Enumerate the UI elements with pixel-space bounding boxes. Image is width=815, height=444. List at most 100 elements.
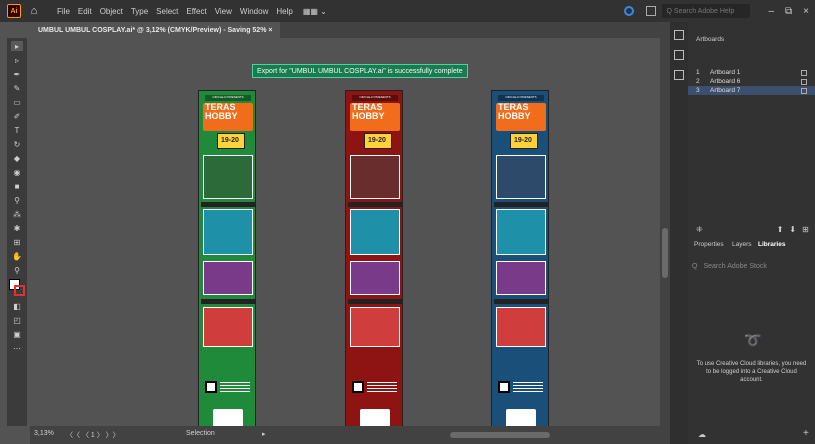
artboard-row[interactable]: 1 Artboard 1 (688, 68, 815, 77)
artboard-tool-icon[interactable]: ⊞ (11, 237, 23, 247)
vertical-scroll-thumb[interactable] (662, 228, 668, 278)
draw-mode-icon[interactable]: ◰ (11, 315, 23, 325)
menu-help[interactable]: Help (272, 7, 296, 16)
artboard-options-icon[interactable] (801, 69, 807, 76)
help-search-placeholder: Search Adobe Help (673, 7, 735, 15)
photo-band (496, 209, 546, 255)
qr-code (498, 381, 510, 393)
arrange-documents-icon[interactable] (646, 6, 657, 16)
cloud-icon[interactable]: ☁ (698, 430, 706, 439)
rearrange-icon[interactable]: ⁜ (696, 225, 703, 234)
artboard-name[interactable]: Artboard 1 (710, 69, 801, 76)
page-navigation[interactable]: 〈〈 〈 1 〉 〉〉 (66, 430, 120, 440)
export-notification: Export for "UMBUL UMBUL COSPLAY.ai" is s… (252, 64, 468, 78)
sync-icon[interactable] (624, 6, 635, 16)
color-mode-icon[interactable]: ◧ (11, 301, 23, 311)
menu-edit[interactable]: Edit (74, 7, 96, 16)
properties-icon[interactable] (674, 30, 684, 40)
move-down-icon[interactable]: ⬇ (789, 225, 796, 234)
new-artboard-icon[interactable]: ⊞ (802, 225, 809, 234)
help-search[interactable]: Q Search Adobe Help (662, 4, 751, 18)
type-tool-icon[interactable]: T (11, 125, 23, 135)
menu-view[interactable]: View (211, 7, 236, 16)
artboard-green[interactable]: CIRCLE-D PRESENTS TERAS HOBBY 19-20 (198, 90, 256, 427)
search-icon: Q (666, 7, 672, 15)
artboard-row[interactable]: 2 Artboard 6 (688, 77, 815, 86)
restore-icon[interactable]: ⧉ (785, 6, 792, 17)
rotate-tool-icon[interactable]: ↻ (11, 139, 23, 149)
menu-type[interactable]: Type (127, 7, 152, 16)
search-icon: Q (692, 262, 698, 270)
menu-bar: Ai ⌂ File Edit Object Type Select Effect… (0, 0, 815, 22)
photo-band (203, 307, 253, 347)
menu-window[interactable]: Window (236, 7, 272, 16)
photo-band (496, 155, 546, 199)
libraries-search-placeholder: Search Adobe Stock (703, 262, 767, 270)
screen-mode-icon[interactable]: ▣ (11, 329, 23, 339)
workspace-switcher[interactable]: ▦▦ ⌄ (303, 7, 327, 16)
paintbrush-tool-icon[interactable]: ✐ (11, 111, 23, 121)
shape-builder-tool-icon[interactable]: ◉ (11, 167, 23, 177)
artboards-panel-title[interactable]: Artboards (696, 32, 724, 46)
qr-code (205, 381, 217, 393)
artboard-options-icon[interactable] (801, 87, 807, 94)
tab-properties[interactable]: Properties (694, 237, 724, 251)
current-tool-label: Selection (186, 430, 215, 437)
info-text (220, 382, 250, 394)
tab-layers[interactable]: Layers (732, 237, 752, 251)
curvature-tool-icon[interactable]: ✎ (11, 83, 23, 93)
date-text: 19-20 (368, 137, 386, 144)
minimize-icon[interactable]: – (768, 6, 774, 17)
eyedropper-tool-icon[interactable]: ⚲ (11, 195, 23, 205)
stroke-swatch[interactable] (14, 285, 25, 296)
artboard-name[interactable]: Artboard 7 (710, 87, 801, 94)
zoom-level[interactable]: 3,13% (34, 430, 54, 437)
close-icon[interactable]: × (803, 6, 809, 17)
menu-object[interactable]: Object (96, 7, 127, 16)
menu-effect[interactable]: Effect (182, 7, 210, 16)
rectangle-tool-icon[interactable]: ▭ (11, 97, 23, 107)
tab-libraries[interactable]: Libraries (758, 237, 785, 251)
move-up-icon[interactable]: ⬆ (777, 225, 784, 234)
menu-select[interactable]: Select (152, 7, 182, 16)
sponsor-footer (506, 409, 536, 426)
canvas[interactable]: Export for "UMBUL UMBUL COSPLAY.ai" is s… (30, 38, 660, 427)
selection-tool-icon[interactable]: ▸ (11, 41, 23, 51)
menu-file[interactable]: File (53, 7, 74, 16)
info-text (513, 382, 543, 394)
section-title (201, 299, 255, 304)
color-icon[interactable] (674, 50, 684, 60)
eraser-tool-icon[interactable]: ◆ (11, 153, 23, 163)
artboard-header: CIRCLE-D PRESENTS (498, 95, 544, 101)
document-tab[interactable]: UMBUL UMBUL COSPLAY.ai* @ 3,12% (CMYK/Pr… (30, 22, 281, 38)
photo-band (203, 155, 253, 199)
artboard-row-selected[interactable]: 3 Artboard 7 (688, 86, 815, 95)
artboard-red[interactable]: CIRCLE-D PRESENTS TERAS HOBBY 19-20 (345, 90, 403, 427)
vertical-scrollbar[interactable] (660, 38, 670, 426)
photo-band (350, 307, 400, 347)
libraries-search[interactable]: Q Search Adobe Stock (692, 260, 811, 272)
cc-login-message: To use Creative Cloud libraries, you nee… (696, 361, 807, 383)
horizontal-scroll-thumb[interactable] (450, 432, 550, 438)
artboard-options-icon[interactable] (801, 78, 807, 85)
more-tools-icon[interactable]: ⋯ (11, 343, 23, 353)
blend-tool-icon[interactable]: ⁂ (11, 209, 23, 219)
zoom-tool-icon[interactable]: ⚲ (11, 265, 23, 275)
symbol-sprayer-tool-icon[interactable]: ✱ (11, 223, 23, 233)
artboard-name[interactable]: Artboard 6 (710, 78, 801, 85)
home-icon[interactable]: ⌂ (27, 4, 41, 18)
photo-band (350, 209, 400, 255)
logo-text: TERAS HOBBY (352, 102, 385, 121)
hand-tool-icon[interactable]: ✋ (11, 251, 23, 261)
pen-tool-icon[interactable]: ✒ (11, 69, 23, 79)
artboard-blue[interactable]: CIRCLE-D PRESENTS TERAS HOBBY 19-20 (491, 90, 549, 427)
photo-band (350, 261, 400, 295)
artboards-list: 1 Artboard 1 2 Artboard 6 3 Artboard 7 (688, 68, 815, 95)
gradient-tool-icon[interactable]: ■ (11, 181, 23, 191)
add-icon[interactable]: + (803, 428, 809, 439)
artboards-icon[interactable] (674, 70, 684, 80)
direct-selection-tool-icon[interactable]: ▹ (11, 55, 23, 65)
fill-stroke-swatch[interactable] (9, 279, 25, 297)
artboard-number: 1 (696, 69, 700, 76)
status-arrow[interactable]: ▸ (262, 430, 266, 438)
